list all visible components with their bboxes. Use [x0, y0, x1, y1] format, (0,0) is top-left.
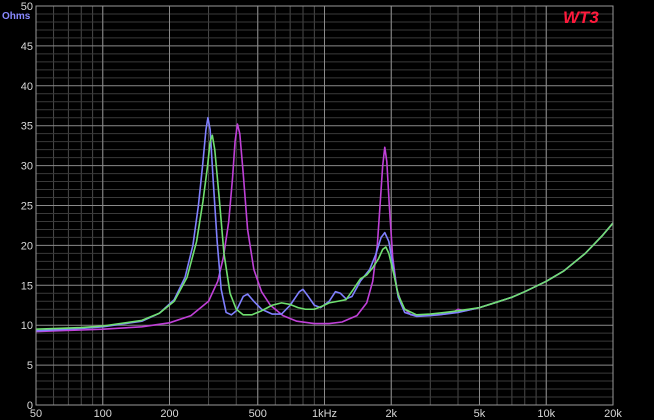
y-tick-label: 30 — [21, 161, 33, 173]
y-tick-label: 45 — [21, 41, 33, 53]
x-tick-label: 200 — [160, 408, 178, 420]
x-tick-label: 20k — [604, 408, 622, 420]
y-tick-label: 10 — [21, 320, 33, 332]
y-tick-label: 25 — [21, 201, 33, 213]
x-tick-label: 100 — [94, 408, 112, 420]
impedance-plot: 0 5 10 15 20 25 30 35 40 45 50 50 100 200 500 1kHz 2k 5k… — [0, 0, 654, 420]
x-tick-label: 10k — [537, 408, 555, 420]
x-tick-label: 5k — [474, 408, 486, 420]
chart-badge: WT3 — [563, 8, 599, 27]
y-tick-label: 40 — [21, 81, 33, 93]
x-tick-label: 2k — [385, 408, 397, 420]
y-axis-ticks: 05101520253035404550 — [21, 1, 33, 412]
x-tick-label: 1kHz — [312, 408, 337, 420]
y-tick-label: 35 — [21, 121, 33, 133]
x-tick-label: 50 — [30, 408, 42, 420]
x-tick-label: 500 — [249, 408, 267, 420]
y-tick-label: 5 — [27, 360, 33, 372]
y-tick-label: 20 — [21, 240, 33, 252]
y-axis-unit-label: Ohms — [2, 11, 31, 22]
x-axis-ticks: 50 100 200 500 1kHz 2k 5k 10k 20k — [30, 408, 622, 420]
y-tick-label: 15 — [21, 280, 33, 292]
impedance-chart: 05101520253035404550 50 100 200 500 1kHz 2k 5k… — [2, 1, 622, 420]
